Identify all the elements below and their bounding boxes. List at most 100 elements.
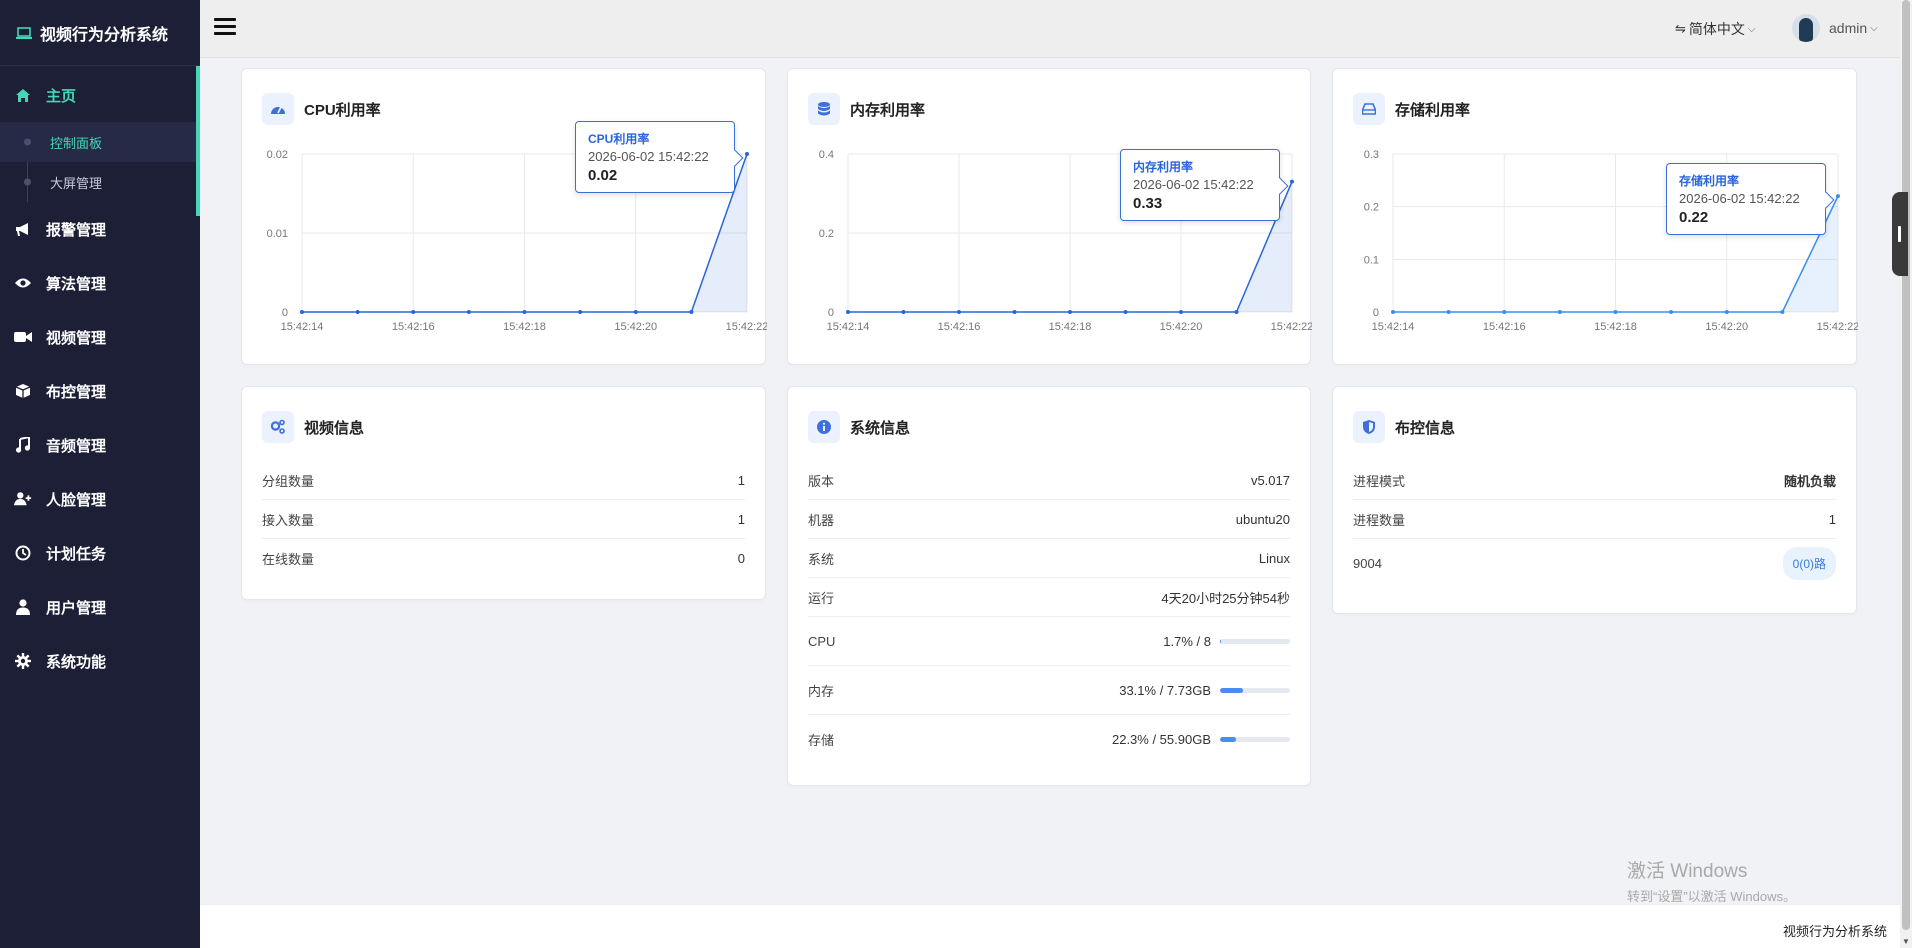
- item-label: CPU: [808, 633, 836, 649]
- sidebar: 视频行为分析系统 主页 控制面板 大屏管理 报警管理 算法管理 视频管理 布控管…: [0, 0, 200, 948]
- top-header: ⇋ 简体中文 ⌵ admin ⌵: [200, 0, 1900, 58]
- data-point[interactable]: [689, 310, 694, 314]
- x-tick-label: 15:42:18: [1049, 321, 1092, 333]
- sidebar-item-label: 用户管理: [46, 599, 107, 617]
- data-point[interactable]: [522, 310, 527, 314]
- user-name: admin: [1829, 20, 1868, 36]
- item-label: 机器: [808, 512, 835, 528]
- sidebar-item-face[interactable]: 人脸管理: [0, 472, 200, 526]
- user-icon: [14, 598, 32, 616]
- scroll-down-arrow-icon[interactable]: ▼: [1902, 937, 1910, 946]
- chevron-down-icon: ⌵: [1747, 23, 1756, 35]
- sidebar-item-schedule[interactable]: 计划任务: [0, 526, 200, 580]
- footer-text: 视频行为分析系统: [1782, 924, 1887, 939]
- gear-icon: [14, 652, 32, 670]
- info-icon: [808, 411, 840, 443]
- data-point[interactable]: [846, 310, 850, 314]
- item-label: 存储: [808, 733, 835, 748]
- footer: 视频行为分析系统: [200, 904, 1900, 948]
- chart-tooltip: CPU利用率 2026-06-02 15:42:22 0.02: [575, 121, 744, 193]
- sidebar-item-label: 音频管理: [46, 437, 107, 455]
- storage-usage-card: 存储利用率 0 0.1 0.2 0.3 15:42:14 15:42:16 15:42:18…: [1332, 68, 1858, 365]
- sidebar-item-users[interactable]: 用户管理: [0, 580, 200, 634]
- data-point[interactable]: [1446, 310, 1451, 314]
- scrollbar-thumb[interactable]: [1902, 0, 1910, 930]
- sidebar-item-deploy[interactable]: 布控管理: [0, 364, 200, 418]
- x-tick-label: 15:42:20: [614, 321, 657, 333]
- sidebar-item-system[interactable]: 系统功能: [0, 634, 200, 688]
- item-value: 1: [737, 511, 745, 527]
- sidebar-item-audio[interactable]: 音频管理: [0, 418, 200, 472]
- sidebar-item-label: 布控管理: [46, 383, 107, 401]
- menu-toggle-icon[interactable]: [214, 18, 236, 38]
- sidebar-item-home[interactable]: 主页: [0, 68, 200, 122]
- data-point[interactable]: [1669, 310, 1674, 314]
- data-point[interactable]: [300, 310, 304, 314]
- data-point[interactable]: [1724, 310, 1729, 314]
- clock-icon: [14, 544, 32, 562]
- side-drawer-handle[interactable]: [1892, 192, 1908, 276]
- data-point[interactable]: [578, 310, 583, 314]
- data-point[interactable]: [1290, 179, 1294, 184]
- chart-tooltip: 存储利用率 2026-06-02 15:42:22 0.22: [1666, 163, 1835, 236]
- data-point[interactable]: [1179, 310, 1183, 314]
- deploy-info-list: 进程模式 随机负载 进程数量 1 9004 0(0)路: [1353, 461, 1836, 588]
- data-point[interactable]: [466, 310, 471, 314]
- data-point[interactable]: [1780, 310, 1785, 314]
- video-info-card: 视频信息 分组数量 1 接入数量 1 在线数量 0: [241, 386, 766, 600]
- x-tick-label: 15:42:14: [281, 321, 324, 333]
- sidebar-item-algorithm[interactable]: 算法管理: [0, 256, 200, 310]
- x-tick-label: 15:42:18: [503, 321, 546, 333]
- database-icon: [808, 93, 840, 125]
- data-point[interactable]: [1234, 310, 1239, 314]
- user-menu[interactable]: admin ⌵: [1792, 14, 1878, 42]
- megaphone-icon: [14, 220, 32, 238]
- data-point[interactable]: [355, 310, 360, 314]
- item-label: 内存: [808, 683, 835, 699]
- y-tick-label: 0: [828, 307, 834, 319]
- x-tick-label: 15:42:18: [1594, 321, 1637, 333]
- card-title: 存储利用率: [1395, 101, 1471, 119]
- sidebar-subitem-bigscreen[interactable]: 大屏管理: [0, 162, 200, 202]
- sidebar-item-video[interactable]: 视频管理: [0, 310, 200, 364]
- tooltip-value: 0.33: [1133, 194, 1163, 212]
- card-header: 内存利用率: [808, 93, 925, 125]
- status-badge[interactable]: 0(0)路: [1782, 547, 1836, 580]
- y-tick-label: 0.4: [819, 149, 834, 161]
- sidebar-subitem-label: 控制面板: [50, 135, 103, 151]
- data-point[interactable]: [745, 152, 749, 156]
- data-point[interactable]: [957, 310, 961, 314]
- brand: 视频行为分析系统: [0, 0, 200, 66]
- data-point[interactable]: [1123, 310, 1128, 314]
- eye-icon: [14, 274, 32, 292]
- data-point[interactable]: [1068, 310, 1072, 314]
- sidebar-item-alarm[interactable]: 报警管理: [0, 202, 200, 256]
- item-value: v5.017: [1250, 472, 1290, 488]
- app-title: 视频行为分析系统: [40, 26, 169, 44]
- avatar: [1792, 14, 1820, 42]
- tooltip-time: 2026-06-02 15:42:22: [1679, 191, 1800, 207]
- sidebar-subitem-dashboard[interactable]: 控制面板: [0, 122, 200, 162]
- y-tick-label: 0.2: [1364, 202, 1379, 214]
- data-point[interactable]: [1613, 310, 1618, 314]
- data-point[interactable]: [1557, 310, 1562, 314]
- tooltip-series: 内存利用率: [1133, 159, 1194, 174]
- cube-icon: [14, 382, 32, 400]
- data-point[interactable]: [1012, 310, 1017, 314]
- list-item: 版本 v5.017: [808, 461, 1290, 500]
- data-point[interactable]: [1391, 310, 1395, 314]
- page-scrollbar[interactable]: ▼: [1900, 0, 1912, 948]
- data-point[interactable]: [1502, 310, 1507, 314]
- tooltip-value: 0.02: [588, 167, 618, 184]
- data-point[interactable]: [411, 310, 416, 314]
- chevron-down-icon: ⌵: [1870, 22, 1878, 34]
- data-point[interactable]: [633, 310, 638, 314]
- item-value: Linux: [1258, 550, 1290, 566]
- item-label: 运行: [808, 590, 835, 606]
- watermark-line1: 激活 Windows: [1627, 861, 1748, 882]
- list-item: CPU 1.7% / 8: [808, 617, 1290, 666]
- language-select[interactable]: ⇋ 简体中文 ⌵: [1675, 19, 1756, 39]
- data-point[interactable]: [1836, 194, 1840, 199]
- data-point[interactable]: [901, 310, 906, 314]
- list-item: 机器 ubuntu20: [808, 500, 1290, 539]
